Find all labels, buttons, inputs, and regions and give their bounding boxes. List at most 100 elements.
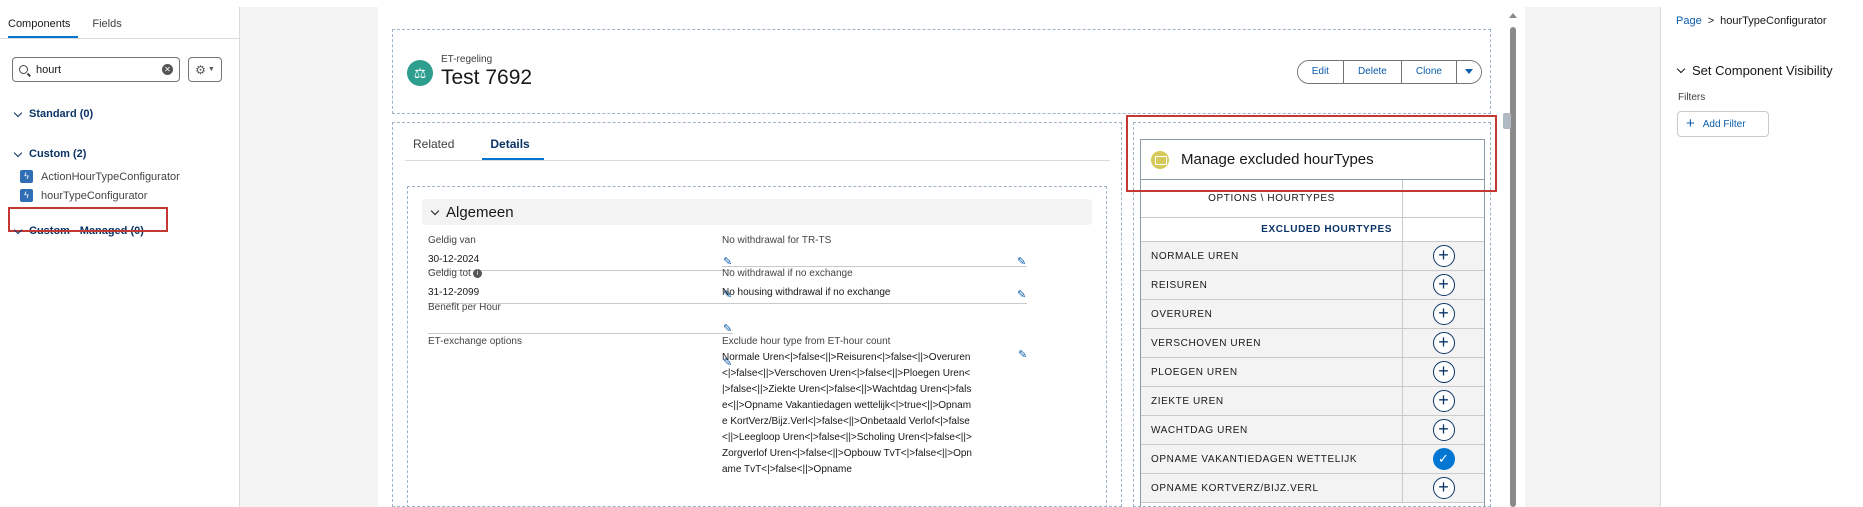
chevron-down-icon xyxy=(13,108,23,117)
hourtype-label: NORMALE UREN xyxy=(1141,242,1403,270)
components-panel: Components Fields ✕ ⚙▼ Standard (0) Cust… xyxy=(0,7,240,507)
chevron-down-icon: ▼ xyxy=(207,66,215,73)
section-custom[interactable]: Custom (2) xyxy=(0,148,239,160)
section-custom-label: Custom (2) xyxy=(29,148,87,160)
scroll-up-icon[interactable] xyxy=(1509,13,1517,18)
field-label: Benefit per Hour xyxy=(428,302,501,313)
highlight-box xyxy=(1126,115,1497,192)
component-item-action-hourtype[interactable]: ϟ ActionHourTypeConfigurator xyxy=(20,170,239,183)
table-row: PLOEGEN UREN + xyxy=(1141,358,1484,387)
component-label: ActionHourTypeConfigurator xyxy=(41,170,180,183)
field-value: Normale Uren<|>false<||>Reisuren<|>false… xyxy=(722,352,972,475)
chevron-down-icon xyxy=(1465,68,1473,74)
settings-menu-button[interactable]: ⚙ ▼ xyxy=(188,57,222,82)
section-standard[interactable]: Standard (0) xyxy=(0,108,239,120)
component-item-hourtype-configurator[interactable]: ϟ hourTypeConfigurator xyxy=(20,189,239,202)
tab-related[interactable]: Related xyxy=(405,131,468,160)
add-circle-icon[interactable]: + xyxy=(1432,245,1455,267)
tab-details[interactable]: Details xyxy=(482,131,544,160)
scrollbar-thumb[interactable] xyxy=(1510,27,1516,507)
field-geldig-van: Geldig van 30-12-2024 ✎ xyxy=(428,235,733,271)
field-value xyxy=(428,353,733,365)
subheader-label: EXCLUDED HOURTYPES xyxy=(1141,218,1403,241)
field-geldig-tot: Geldig tot i 31-12-2099 ✎ xyxy=(428,268,733,304)
info-icon[interactable]: i xyxy=(472,268,482,278)
add-filter-button[interactable]: + Add Filter xyxy=(1677,111,1769,137)
visibility-section-header[interactable]: Set Component Visibility xyxy=(1676,63,1863,78)
table-row: REISUREN + xyxy=(1141,271,1484,300)
pencil-icon[interactable]: ✎ xyxy=(1017,290,1027,301)
breadcrumb-separator: > xyxy=(1707,15,1715,27)
clone-button[interactable]: Clone xyxy=(1401,61,1457,83)
section-algemeen[interactable]: Algemeen xyxy=(422,199,1092,225)
panel-tabs: Components Fields xyxy=(0,7,239,39)
add-filter-label: Add Filter xyxy=(1702,118,1746,130)
hourtype-label: ZIEKTE UREN xyxy=(1141,387,1403,415)
add-circle-icon[interactable]: + xyxy=(1432,477,1455,499)
field-value: 31-12-2099 xyxy=(428,287,480,298)
field-value: 30-12-2024 xyxy=(428,254,480,265)
field-exclude-hour-type: Exclude hour type from ET-hour count Nor… xyxy=(722,336,1027,478)
action-button-group: Edit Delete Clone xyxy=(1296,60,1482,84)
hourtype-label: WACHTDAG UREN xyxy=(1141,416,1403,444)
record-details-card[interactable]: Related Details Algemeen Geldig van 30-1… xyxy=(392,122,1122,507)
table-row: ZIEKTE UREN + xyxy=(1141,387,1484,416)
add-circle-icon[interactable]: + xyxy=(1432,332,1455,354)
field-et-exchange-options: ET-exchange options ✎ xyxy=(428,336,733,369)
breadcrumb-current: hourTypeConfigurator xyxy=(1720,15,1827,27)
edit-button[interactable]: Edit xyxy=(1297,61,1344,83)
add-circle-icon[interactable]: + xyxy=(1432,303,1455,325)
chevron-down-icon xyxy=(13,148,23,157)
scales-icon: ⚖ xyxy=(407,60,433,86)
more-actions-button[interactable] xyxy=(1457,61,1481,83)
pencil-icon[interactable]: ✎ xyxy=(723,324,733,335)
tab-fields[interactable]: Fields xyxy=(92,18,129,38)
record-header[interactable]: ⚖ ET-regeling Test 7692 Edit Delete Clon… xyxy=(392,29,1491,114)
pencil-icon[interactable]: ✎ xyxy=(1017,257,1027,268)
hourtype-label: OPNAME VAKANTIEDAGEN WETTELIJK xyxy=(1141,445,1403,473)
table-row: VERSCHOVEN UREN + xyxy=(1141,329,1484,358)
delete-button[interactable]: Delete xyxy=(1343,61,1402,83)
table-row: OVERUREN + xyxy=(1141,300,1484,329)
add-circle-icon[interactable]: + xyxy=(1432,361,1455,383)
canvas-scrollbar[interactable] xyxy=(1508,13,1518,507)
hourtype-rows: NORMALE UREN + REISUREN + OVERUREN + VERSCHOVE… xyxy=(1141,242,1484,503)
field-label: ET-exchange options xyxy=(428,336,522,347)
table-subheader-row: EXCLUDED HOURTYPES xyxy=(1141,218,1484,242)
field-label: No withdrawal for TR-TS xyxy=(722,235,832,246)
add-circle-icon[interactable]: + xyxy=(1432,274,1455,296)
add-circle-icon[interactable]: + xyxy=(1432,419,1455,441)
search-box[interactable]: ✕ xyxy=(12,57,180,82)
tab-components[interactable]: Components xyxy=(8,18,79,38)
details-section: Algemeen Geldig van 30-12-2024 ✎ Geldig … xyxy=(407,186,1107,507)
hourtype-label: VERSCHOVEN UREN xyxy=(1141,329,1403,357)
table-row: OPNAME KORTVERZ/BIJZ.VERL + xyxy=(1141,474,1484,503)
gear-icon: ⚙ xyxy=(195,62,206,77)
table-row: WACHTDAG UREN + xyxy=(1141,416,1484,445)
table-row: NORMALE UREN + xyxy=(1141,242,1484,271)
field-label: Geldig tot xyxy=(428,268,471,279)
search-row: ✕ ⚙▼ xyxy=(12,57,239,82)
check-icon[interactable]: ✓ xyxy=(1432,448,1455,470)
chevron-down-icon xyxy=(430,206,440,215)
hourtype-table: Manage excluded hourTypes OPTIONS \ HOUR… xyxy=(1140,139,1485,507)
pencil-icon[interactable]: ✎ xyxy=(1018,350,1028,361)
search-input[interactable] xyxy=(36,63,162,76)
component-label: hourTypeConfigurator xyxy=(41,189,148,202)
add-circle-icon[interactable]: + xyxy=(1432,390,1455,412)
field-no-withdrawal-trts: No withdrawal for TR-TS ✎ xyxy=(722,235,1027,268)
highlight-box xyxy=(8,207,168,232)
filters-label: Filters xyxy=(1678,92,1706,103)
clear-icon[interactable]: ✕ xyxy=(162,64,173,75)
lightning-icon: ϟ xyxy=(20,170,33,183)
properties-panel: Page > hourTypeConfigurator Set Component … xyxy=(1660,7,1863,507)
hourtype-label: OVERUREN xyxy=(1141,300,1403,328)
breadcrumb-page-link[interactable]: Page xyxy=(1676,15,1702,27)
table-row: OPNAME VAKANTIEDAGEN WETTELIJK ✓ xyxy=(1141,445,1484,474)
field-value: No housing withdrawal if no exchange xyxy=(722,287,891,298)
field-label: Exclude hour type from ET-hour count xyxy=(722,336,891,347)
collapse-handle[interactable] xyxy=(1503,113,1511,129)
plus-icon: + xyxy=(1686,115,1695,132)
lightning-icon: ϟ xyxy=(20,189,33,202)
field-label: Geldig van xyxy=(428,235,476,246)
